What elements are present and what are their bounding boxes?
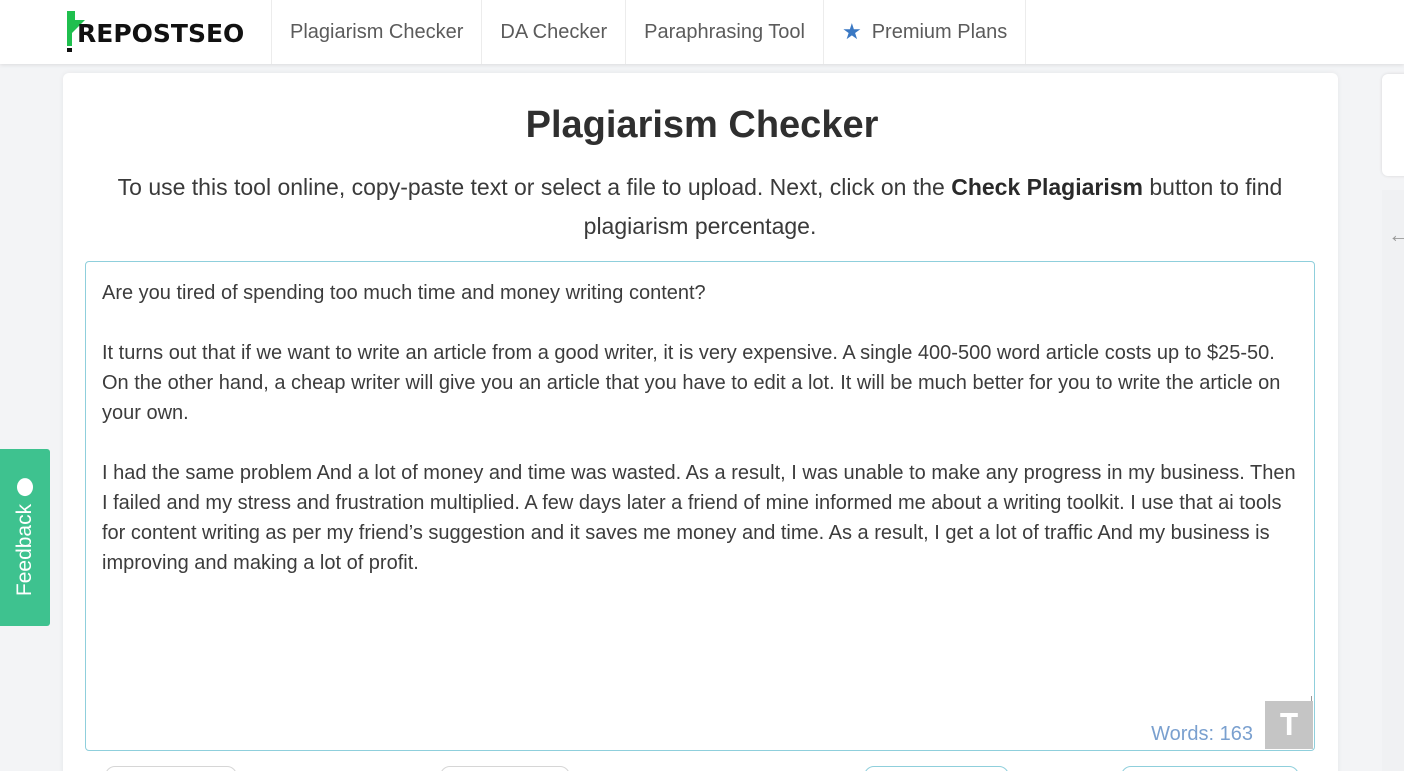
nav-label: Premium Plans	[871, 20, 1008, 43]
editor-paragraph: I had the same problem And a lot of mone…	[102, 462, 1296, 574]
star-icon: ★	[841, 19, 862, 44]
side-panel[interactable]	[1382, 74, 1404, 176]
bottom-button-2[interactable]	[440, 766, 570, 771]
page-title: Plagiarism Checker	[525, 104, 879, 146]
nav-label: DA Checker	[500, 20, 608, 43]
arrow-left-icon[interactable]: ←	[1388, 222, 1404, 248]
logo-text: REPOSTSEO	[77, 19, 245, 48]
main-nav: Plagiarism Checker DA Checker Paraphrasi…	[271, 0, 1027, 64]
text-input-area[interactable]: Are you tired of spending too much time …	[85, 261, 1315, 751]
nav-plagiarism-checker[interactable]: Plagiarism Checker	[271, 0, 481, 64]
feedback-label: Feedback	[13, 503, 36, 597]
bottom-button-3[interactable]	[864, 766, 1009, 771]
page-description: To use this tool online, copy-paste text…	[90, 168, 1310, 246]
translate-button[interactable]: 𝐓	[1265, 701, 1313, 749]
bottom-button-1[interactable]	[105, 766, 237, 771]
desc-bold-button-ref: Check Plagiarism	[951, 174, 1143, 200]
chat-bubble-icon	[17, 477, 33, 496]
editor-paragraph: Are you tired of spending too much time …	[102, 282, 706, 304]
desc-text-before: To use this tool online, copy-paste text…	[117, 174, 952, 200]
top-navbar: REPOSTSEO Plagiarism Checker DA Checker …	[0, 0, 1404, 64]
site-logo[interactable]: REPOSTSEO	[66, 8, 245, 52]
nav-label: Plagiarism Checker	[290, 20, 464, 43]
nav-premium-plans[interactable]: ★ Premium Plans	[822, 0, 1027, 64]
editor-content[interactable]: Are you tired of spending too much time …	[102, 278, 1302, 608]
word-count: Words: 163	[1151, 723, 1253, 745]
feedback-inner: Feedback	[13, 477, 37, 597]
nav-paraphrasing-tool[interactable]: Paraphrasing Tool	[625, 0, 823, 64]
feedback-tab[interactable]: Feedback	[0, 449, 50, 626]
editor-paragraph: It turns out that if we want to write an…	[102, 342, 1281, 424]
side-strip	[1382, 190, 1404, 771]
translate-icon: 𝐓	[1279, 707, 1299, 743]
bottom-button-4[interactable]	[1121, 766, 1299, 771]
nav-da-checker[interactable]: DA Checker	[481, 0, 625, 64]
nav-label: Paraphrasing Tool	[644, 20, 805, 43]
